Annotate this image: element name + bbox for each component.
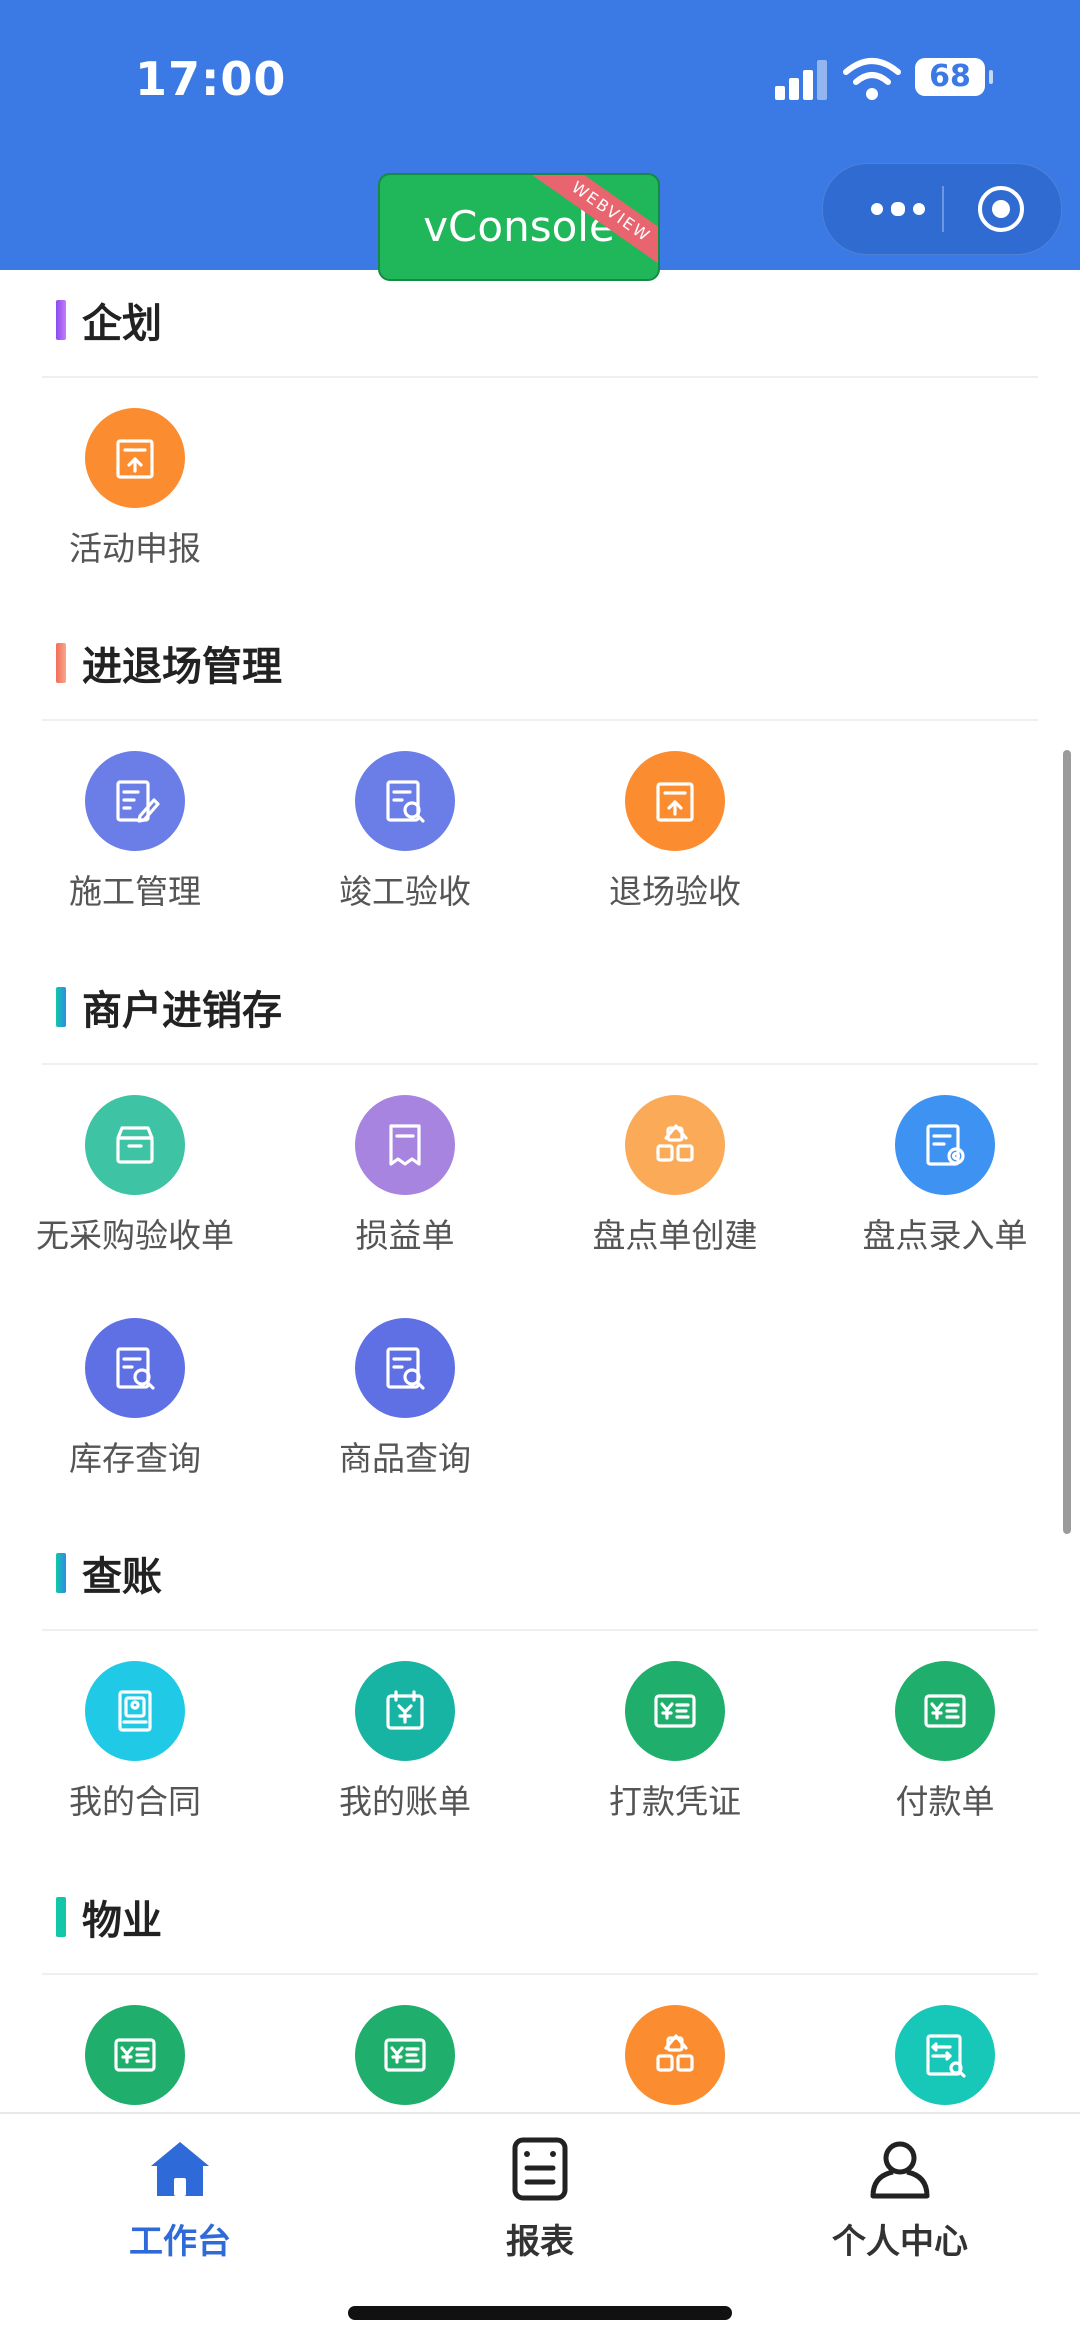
menu-item[interactable]: 竣工验收 [270,751,540,913]
home-icon [151,2142,209,2196]
menu-item-label: 无采购验收单 [36,1216,234,1255]
menu-item-label: 施工管理 [69,872,201,911]
menu-item-label: 商品查询 [339,1439,471,1478]
tab-workbench[interactable]: 工作台 [0,2114,360,2263]
section-accent-bar [56,987,66,1027]
section-accent-bar [56,1897,66,1937]
section-divider [42,1063,1038,1065]
report-icon [512,2137,568,2201]
menu-item[interactable]: 退场验收 [540,751,810,913]
transfer-search-icon [895,2005,995,2105]
user-icon [870,2141,930,2199]
tab-label: 个人中心 [832,2222,968,2262]
scrollbar[interactable] [1063,750,1071,1534]
section-accent-bar [56,1553,66,1593]
menu-item[interactable]: 打款凭证 [540,1661,810,1823]
section-title-text: 商户进销存 [82,988,282,1034]
doc-search-icon [355,751,455,851]
section-title: 商户进销存 [56,977,282,1037]
tab-label: 报表 [506,2222,574,2262]
menu-item[interactable]: 无采购验收单 [0,1095,270,1257]
menu-item[interactable]: 商品查询 [270,1318,540,1480]
tab-label: 工作台 [129,2222,231,2262]
section-title-text: 企划 [82,301,162,347]
menu-item[interactable]: 施工管理 [0,751,270,913]
more-menu-icon[interactable] [871,202,931,217]
section-title: 企划 [56,290,162,350]
menu-item-label: 盘点录入单 [862,1216,1028,1255]
menu-item-label: 活动申报 [69,529,201,568]
menu-item[interactable]: 活动申报 [0,408,270,570]
close-target-icon[interactable] [978,186,1024,232]
menu-item-label: 库存查询 [69,1439,201,1478]
home-indicator [348,2306,732,2320]
doc-upload-icon [625,751,725,851]
box-icon [85,1095,185,1195]
menu-item-label: 付款单 [895,1782,995,1821]
yen-doc-icon [625,1661,725,1761]
capsule-divider [942,186,944,232]
menu-item-label: 打款凭证 [609,1782,741,1821]
menu-item[interactable] [0,2005,270,2112]
section-divider [42,376,1038,378]
wifi-icon [843,58,901,100]
menu-item[interactable]: 损益单 [270,1095,540,1257]
menu-item-label: 我的账单 [339,1782,471,1821]
menu-item-label: 损益单 [355,1216,455,1255]
section-title-text: 查账 [82,1554,162,1600]
doc-search-icon [85,1318,185,1418]
menu-item[interactable]: 盘点单创建 [540,1095,810,1257]
doc-gear-icon [895,1095,995,1195]
menu-item[interactable]: 我的账单 [270,1661,540,1823]
cellular-signal-icon [775,60,831,100]
menu-item[interactable]: 我的合同 [0,1661,270,1823]
menu-item[interactable]: 盘点录入单 [810,1095,1080,1257]
menu-item[interactable]: 库存查询 [0,1318,270,1480]
workbench-content[interactable]: 企划活动申报进退场管理施工管理 竣工验收 退场验收商户进销存无采购验收单 损益单 盘点单… [0,270,1080,2112]
blocks-icon [625,2005,725,2105]
yen-doc-icon [355,2005,455,2105]
status-time: 17:00 [135,52,287,106]
doc-edit-icon [85,751,185,851]
menu-item-label: 退场验收 [609,872,741,911]
bill-icon [355,1661,455,1761]
menu-item[interactable] [810,2005,1080,2112]
vconsole-button[interactable]: vConsole WEBVIEW [378,173,660,281]
section-accent-bar [56,300,66,340]
section-title-text: 物业 [82,1898,162,1944]
section-accent-bar [56,643,66,683]
menu-item-label: 竣工验收 [339,872,471,911]
battery-indicator: 68 [915,58,993,96]
menu-item[interactable] [540,2005,810,2112]
blocks-icon [625,1095,725,1195]
doc-upload-icon [85,408,185,508]
menu-item[interactable] [270,2005,540,2112]
section-divider [42,719,1038,721]
section-title: 查账 [56,1543,162,1603]
section-title-text: 进退场管理 [82,644,282,690]
doc-search-icon [355,1318,455,1418]
receipt-icon [355,1095,455,1195]
tab-reports[interactable]: 报表 [360,2114,720,2263]
mini-program-capsule [822,163,1062,255]
contract-icon [85,1661,185,1761]
yen-doc-icon [895,1661,995,1761]
section-title: 物业 [56,1887,162,1947]
menu-item[interactable]: 付款单 [810,1661,1080,1823]
section-title: 进退场管理 [56,633,282,693]
section-divider [42,1629,1038,1631]
section-divider [42,1973,1038,1975]
menu-item-label: 盘点单创建 [592,1216,758,1255]
tab-profile[interactable]: 个人中心 [720,2114,1080,2263]
menu-item-label: 我的合同 [69,1782,201,1821]
yen-doc-icon [85,2005,185,2105]
